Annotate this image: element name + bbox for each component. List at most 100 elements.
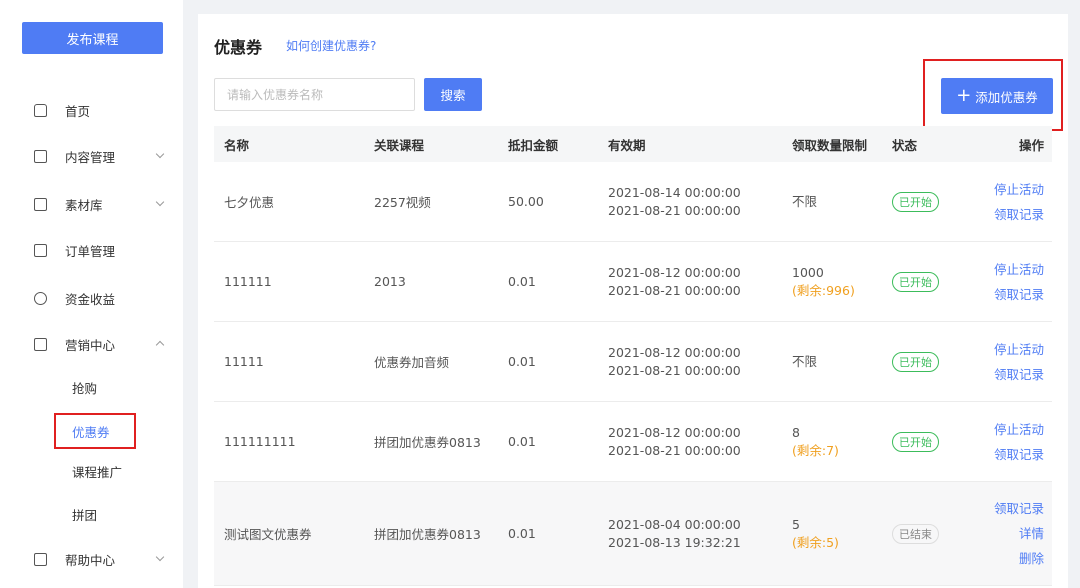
coupon-name: 111111111 <box>224 434 296 449</box>
validity-end: 2021-08-21 00:00:00 <box>608 282 741 298</box>
table-header: 名称 关联课程 抵扣金额 有效期 领取数量限制 状态 操作 <box>214 126 1052 162</box>
row-action-link[interactable]: 领取记录 <box>994 282 1044 307</box>
validity-end: 2021-08-13 19:32:21 <box>608 534 741 550</box>
coupon-amount: 0.01 <box>508 526 536 541</box>
status-badge: 已开始 <box>892 351 939 372</box>
help-icon <box>34 552 47 566</box>
sidebar-subitem-group-buy[interactable]: 拼团 <box>54 499 97 529</box>
column-header: 关联课程 <box>374 137 425 153</box>
coupon-course: 拼团加优惠券0813 <box>374 527 481 542</box>
sidebar-subitem-flash-sale[interactable]: 抢购 <box>54 372 97 402</box>
coupon-name: 七夕优惠 <box>224 195 275 210</box>
coupon-validity: 2021-08-04 00:00:00 2021-08-13 19:32:21 <box>608 482 741 585</box>
validity-start: 2021-08-14 00:00:00 <box>608 184 741 200</box>
row-action-link[interactable]: 领取记录 <box>994 442 1044 467</box>
limit-value: 不限 <box>792 353 818 369</box>
sidebar-item-label: 帮助中心 <box>65 552 116 568</box>
money-icon <box>34 291 47 305</box>
limit-value: 5 <box>792 516 800 532</box>
validity-start: 2021-08-12 00:00:00 <box>608 344 741 360</box>
sidebar-item-orders[interactable]: 订单管理 <box>0 235 183 265</box>
coupon-status: 已开始 <box>892 242 939 321</box>
column-header: 抵扣金额 <box>508 137 559 153</box>
coupon-limit: 1000 (剩余:996) <box>792 242 855 321</box>
remaining-count: (剩余:7) <box>792 442 839 458</box>
sidebar-item-library[interactable]: 素材库 <box>0 189 183 219</box>
coupon-limit: 不限 <box>792 322 817 401</box>
chevron-down-icon <box>155 149 165 159</box>
folder-icon <box>34 197 47 211</box>
coupon-course: 优惠券加音频 <box>374 355 450 370</box>
coupon-validity: 2021-08-12 00:00:00 2021-08-21 00:00:00 <box>608 402 741 481</box>
table-row: 11111 优惠券加音频 0.01 2021-08-12 00:00:00 2021-0… <box>214 322 1052 402</box>
row-action-link[interactable]: 领取记录 <box>994 496 1044 521</box>
validity-start: 2021-08-12 00:00:00 <box>608 424 741 440</box>
table-row: 七夕优惠 2257视频 50.00 2021-08-14 00:00:00 2021-0… <box>214 162 1052 242</box>
row-action-link[interactable]: 停止活动 <box>994 337 1044 362</box>
sidebar-item-label: 资金收益 <box>65 291 116 307</box>
search-button[interactable]: 搜索 <box>424 78 482 111</box>
sidebar-subitem-promotion[interactable]: 课程推广 <box>54 456 122 486</box>
help-link[interactable]: 如何创建优惠券? <box>286 37 376 54</box>
row-actions: 停止活动 领取记录 <box>994 162 1044 241</box>
sidebar-item-help[interactable]: 帮助中心 <box>0 544 183 574</box>
coupon-validity: 2021-08-12 00:00:00 2021-08-21 00:00:00 <box>608 242 741 321</box>
coupon-name: 111111 <box>224 274 272 289</box>
column-header: 名称 <box>224 137 250 153</box>
row-action-link[interactable]: 停止活动 <box>994 177 1044 202</box>
coupon-status: 已开始 <box>892 402 939 481</box>
validity-end: 2021-08-21 00:00:00 <box>608 362 741 378</box>
row-actions: 领取记录 详情 删除 <box>994 482 1044 585</box>
sidebar-item-content[interactable]: 内容管理 <box>0 141 183 171</box>
search-input[interactable] <box>214 78 415 111</box>
coupon-course: 拼团加优惠券0813 <box>374 435 481 450</box>
column-header: 有效期 <box>608 137 646 153</box>
row-action-link[interactable]: 领取记录 <box>994 202 1044 227</box>
add-coupon-label: 添加优惠券 <box>975 89 1038 105</box>
coupon-status: 已开始 <box>892 322 939 401</box>
coupon-status: 已结束 <box>892 482 939 585</box>
coupon-highlight-box <box>54 413 136 449</box>
coupon-status: 已开始 <box>892 162 939 241</box>
sidebar-item-funds[interactable]: 资金收益 <box>0 283 183 313</box>
coupon-limit: 不限 <box>792 162 817 241</box>
validity-end: 2021-08-21 00:00:00 <box>608 202 741 218</box>
order-icon <box>34 243 47 257</box>
chevron-up-icon <box>155 340 165 350</box>
row-action-link[interactable]: 删除 <box>1019 546 1044 571</box>
limit-value: 不限 <box>792 193 818 209</box>
validity-start: 2021-08-12 00:00:00 <box>608 264 741 280</box>
coupon-validity: 2021-08-12 00:00:00 2021-08-21 00:00:00 <box>608 322 741 401</box>
sidebar-item-marketing[interactable]: 营销中心 <box>0 329 183 359</box>
marketing-icon <box>34 337 47 351</box>
row-action-link[interactable]: 详情 <box>1019 521 1044 546</box>
coupon-course: 2013 <box>374 274 406 289</box>
coupon-amount: 50.00 <box>508 194 544 209</box>
sidebar: 发布课程 首页 内容管理 素材库 订单管理 资金收益 营销中心 抢购 优惠券 课… <box>0 0 183 588</box>
remaining-count: (剩余:5) <box>792 534 839 550</box>
status-badge: 已结束 <box>892 523 939 544</box>
row-action-link[interactable]: 停止活动 <box>994 417 1044 442</box>
publish-course-button[interactable]: 发布课程 <box>22 22 163 54</box>
row-actions: 停止活动 领取记录 <box>994 242 1044 321</box>
status-badge: 已开始 <box>892 191 939 212</box>
sidebar-item-home[interactable]: 首页 <box>0 95 183 125</box>
sidebar-item-label: 首页 <box>65 103 91 119</box>
row-action-link[interactable]: 领取记录 <box>994 362 1044 387</box>
row-action-link[interactable]: 停止活动 <box>994 257 1044 282</box>
column-header: 操作 <box>1018 137 1044 153</box>
limit-value: 8 <box>792 424 800 440</box>
column-header: 状态 <box>892 137 918 153</box>
status-badge: 已开始 <box>892 271 939 292</box>
add-coupon-button[interactable]: + 添加优惠券 <box>941 78 1053 114</box>
sidebar-item-label: 订单管理 <box>65 243 116 259</box>
limit-value: 1000 <box>792 264 824 280</box>
coupon-name: 11111 <box>224 354 264 369</box>
chevron-down-icon <box>155 552 165 562</box>
validity-end: 2021-08-21 00:00:00 <box>608 442 741 458</box>
remaining-count: (剩余:996) <box>792 282 855 298</box>
content-icon <box>34 149 47 163</box>
row-actions: 停止活动 领取记录 <box>994 322 1044 401</box>
coupon-limit: 5 (剩余:5) <box>792 482 839 585</box>
main-panel: 优惠券 如何创建优惠券? 搜索 + 添加优惠券 名称 关联课程 抵扣金额 有效期… <box>198 14 1068 588</box>
